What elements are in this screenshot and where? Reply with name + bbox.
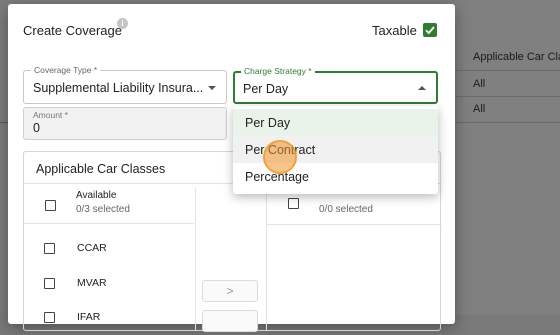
taxable-label: Taxable xyxy=(372,23,417,38)
option-label: Per Day xyxy=(245,116,291,130)
list-item-label: IFAR xyxy=(77,311,101,323)
list-item-label: CCAR xyxy=(77,242,107,254)
check-icon xyxy=(425,26,435,35)
background-cell: All xyxy=(473,78,486,90)
select-all-available-checkbox[interactable] xyxy=(45,200,56,211)
charge-strategy-value: Per Day xyxy=(243,82,289,96)
coverage-type-select[interactable]: Coverage Type * Supplemental Liability I… xyxy=(23,65,227,104)
amount-field[interactable]: Amount * 0 xyxy=(23,107,227,140)
selected-count: 0/0 selected xyxy=(319,204,373,215)
background-cell: All xyxy=(473,103,486,115)
list-item[interactable]: IFAR xyxy=(24,301,194,335)
item-checkbox[interactable] xyxy=(44,243,55,254)
background-row-divider xyxy=(455,96,560,97)
available-title: Available xyxy=(76,190,117,201)
option-percentage[interactable]: Percentage xyxy=(233,163,438,190)
move-right-button[interactable]: > xyxy=(202,280,258,302)
list-item-label: MVAR xyxy=(77,277,107,289)
select-all-selected-checkbox[interactable] xyxy=(288,198,299,209)
item-checkbox[interactable] xyxy=(44,278,55,289)
selected-list: 0/0 selected xyxy=(266,188,442,330)
background-row-divider xyxy=(455,70,560,71)
option-per-day[interactable]: Per Day xyxy=(233,109,438,136)
background-row-divider xyxy=(455,122,560,123)
background-column-header: Applicable Car Cla xyxy=(473,51,560,63)
available-count: 0/3 selected xyxy=(76,204,130,215)
available-list-header: Available 0/3 selected xyxy=(24,188,194,224)
dialog-title: Create Coverage xyxy=(23,23,122,38)
coverage-type-value: Supplemental Liability Insura... xyxy=(33,81,203,95)
info-icon[interactable]: i xyxy=(117,18,128,29)
list-item[interactable]: CCAR xyxy=(24,232,194,266)
chevron-down-icon xyxy=(208,86,216,90)
list-divider xyxy=(267,224,442,225)
charge-strategy-label: Charge Strategy * xyxy=(241,66,315,76)
move-left-button[interactable] xyxy=(202,310,258,332)
amount-value: 0 xyxy=(33,121,40,135)
background-divider xyxy=(0,122,8,123)
background-table xyxy=(455,0,560,315)
taxable-checkbox[interactable] xyxy=(423,23,437,37)
click-indicator xyxy=(263,140,297,174)
item-checkbox[interactable] xyxy=(44,312,55,323)
coverage-type-label: Coverage Type * xyxy=(31,65,101,75)
car-classes-title: Applicable Car Classes xyxy=(36,162,166,176)
chevron-up-icon xyxy=(418,86,426,90)
charge-strategy-select[interactable]: Charge Strategy * Per Day xyxy=(233,66,438,104)
amount-label: Amount * xyxy=(33,110,68,120)
list-item[interactable]: MVAR xyxy=(24,267,194,301)
available-list: Available 0/3 selected CCAR MVAR IFAR xyxy=(24,188,196,330)
